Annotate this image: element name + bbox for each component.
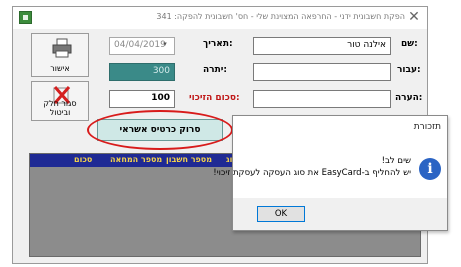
printer-icon	[52, 38, 72, 58]
for-label: עבור:	[397, 65, 421, 75]
grid-header-cell: סכום	[74, 155, 93, 164]
reminder-dialog: תזכורת i שים לב! יש להחליף ב-EasyCard את…	[213, 115, 448, 231]
confirm-button[interactable]: אישור	[31, 33, 89, 77]
balance-field: 300	[109, 63, 175, 81]
sum-field[interactable]: 100	[109, 90, 175, 108]
window-close-button[interactable]: ✕	[405, 9, 423, 26]
close-cancel-label: סגור חלק וביטול	[43, 99, 77, 117]
note-label: הערה:	[395, 93, 423, 103]
highlight-ring	[87, 110, 233, 150]
title-bar: הפקת חשבונית ידני - החרפאה המצוינת שלי -…	[13, 7, 427, 29]
sum-label: סכום הזיכוי:	[189, 93, 240, 103]
close-cancel-button[interactable]: סגור חלק וביטול	[31, 81, 89, 121]
dialog-title: תזכורת	[413, 122, 441, 132]
date-label: תאריך:	[203, 39, 233, 49]
dialog-message-line2: יש להחליף ב-EasyCard את סוג העסקה לעסקת …	[213, 168, 411, 178]
grid-header-cell: מספר חשבון	[166, 155, 213, 164]
chevron-down-icon[interactable]: ▾	[159, 40, 171, 48]
confirm-button-label: אישור	[50, 64, 70, 73]
ok-button[interactable]: OK	[257, 206, 305, 222]
info-icon: i	[419, 158, 441, 180]
name-label: שם:	[401, 39, 418, 49]
balance-label: יתרה:	[203, 65, 228, 75]
window-title: הפקת חשבונית ידני - החרפאה המצוינת שלי -…	[156, 12, 405, 21]
for-field[interactable]	[253, 63, 391, 81]
dialog-message-line1: שים לב!	[381, 156, 411, 166]
date-field[interactable]: 04/04/2019 ▾	[109, 37, 175, 55]
note-field[interactable]	[253, 90, 391, 108]
grid-header-cell: מספר המחאה	[110, 155, 163, 164]
name-field[interactable]: אילנה טור	[253, 37, 391, 55]
dialog-body: i שים לב! יש להחליף ב-EasyCard את סוג הע…	[213, 138, 447, 198]
app-icon	[19, 11, 32, 24]
